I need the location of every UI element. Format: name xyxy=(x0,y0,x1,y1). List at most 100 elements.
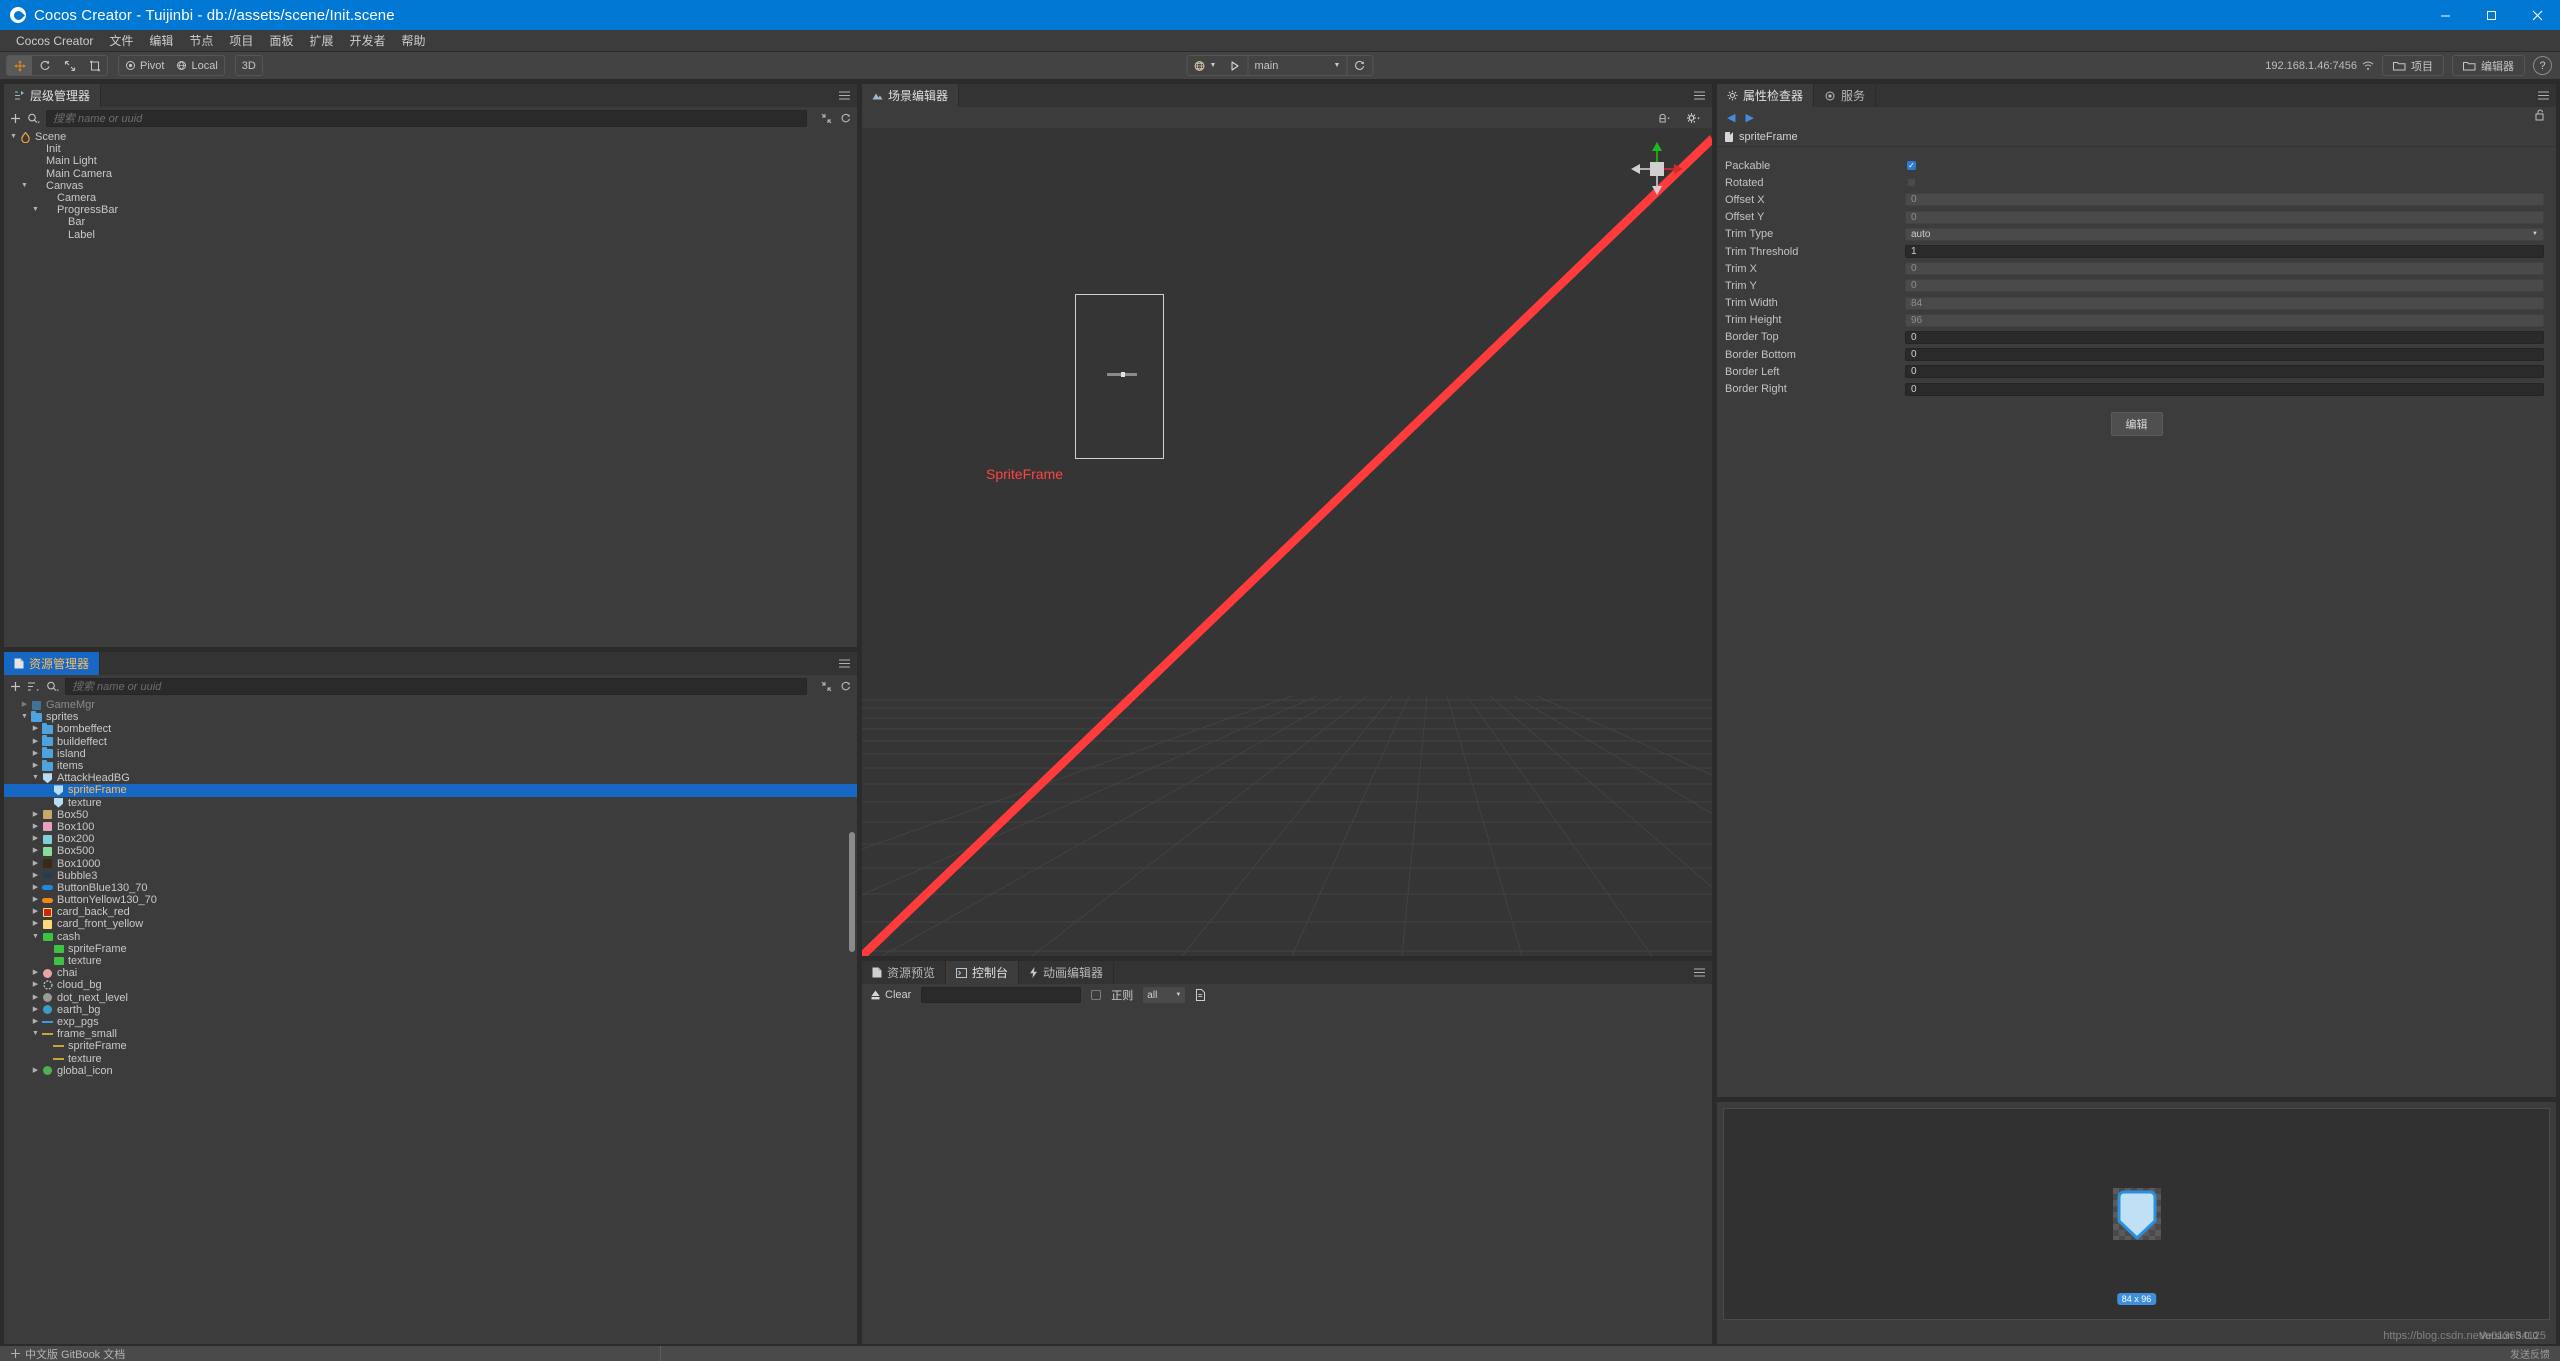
chevron-down-icon[interactable]: ▼ xyxy=(30,1028,41,1040)
tree-row[interactable]: Main Camera xyxy=(4,168,857,180)
tree-row[interactable]: Init xyxy=(4,143,857,155)
tree-row[interactable]: ▶bombeffect xyxy=(4,723,857,735)
node-move-handle[interactable] xyxy=(1107,373,1137,376)
sort-assets-button[interactable] xyxy=(27,681,40,692)
chevron-down-icon[interactable]: ▼ xyxy=(30,204,41,216)
tree-row[interactable]: ▼frame_small xyxy=(4,1028,857,1040)
tree-row[interactable]: ▶items xyxy=(4,760,857,772)
chevron-right-icon[interactable]: ▶ xyxy=(30,894,41,906)
menu-item-edit[interactable]: 编辑 xyxy=(141,30,181,51)
close-button[interactable] xyxy=(2514,0,2560,30)
console-filter-input[interactable] xyxy=(921,987,1081,1003)
property-input[interactable]: 1 xyxy=(1905,245,2544,258)
chevron-right-icon[interactable]: ▶ xyxy=(30,1065,41,1077)
chevron-right-icon[interactable]: ▶ xyxy=(30,809,41,821)
tab-services[interactable]: 服务 xyxy=(1814,84,1876,107)
chevron-down-icon[interactable]: ▼ xyxy=(30,931,41,943)
tree-row[interactable]: ▶card_back_red xyxy=(4,906,857,918)
sync-button[interactable] xyxy=(840,113,851,124)
tab-asset-preview[interactable]: 资源预览 xyxy=(862,961,946,984)
minimize-button[interactable] xyxy=(2422,0,2468,30)
console-panel-menu[interactable] xyxy=(1693,961,1706,984)
clear-console-button[interactable]: Clear xyxy=(870,989,911,1001)
chevron-down-icon[interactable]: ▼ xyxy=(30,772,41,784)
chevron-right-icon[interactable]: ▶ xyxy=(30,992,41,1004)
tree-row[interactable]: ▶Box500 xyxy=(4,845,857,857)
tree-row[interactable]: ▼cash xyxy=(4,931,857,943)
coordinate-toggle-button[interactable]: Local xyxy=(170,55,223,76)
tree-row[interactable]: ▶Bubble3 xyxy=(4,870,857,882)
scene-viewport[interactable]: SpriteFrame xyxy=(862,128,1712,956)
editor-folder-button[interactable]: 编辑器 xyxy=(2452,55,2525,76)
chevron-right-icon[interactable]: ▶ xyxy=(30,736,41,748)
gizmo-settings-button[interactable] xyxy=(1658,112,1672,124)
chevron-down-icon[interactable]: ▼ xyxy=(8,131,19,143)
tree-row[interactable]: ▶chai xyxy=(4,967,857,979)
chevron-right-icon[interactable]: ▶ xyxy=(30,858,41,870)
tree-row[interactable]: ▼AttackHeadBG xyxy=(4,772,857,784)
assets-tree[interactable]: ▶GameMgr▼sprites▶bombeffect▶buildeffect▶… xyxy=(4,697,857,1344)
tree-row[interactable]: Bar xyxy=(4,216,857,228)
tree-row[interactable]: ▶Box1000 xyxy=(4,857,857,869)
tree-row[interactable]: ▶exp_pgs xyxy=(4,1016,857,1028)
status-left[interactable]: 中文版 GitBook 文档 xyxy=(10,1346,125,1361)
chevron-right-icon[interactable]: ▶ xyxy=(30,967,41,979)
menu-item-cocos-creator[interactable]: Cocos Creator xyxy=(8,32,101,50)
tree-row[interactable]: ▼Canvas xyxy=(4,180,857,192)
scene-select[interactable]: main ▼ xyxy=(1247,55,1347,76)
chevron-right-icon[interactable]: ▶ xyxy=(30,748,41,760)
tree-row[interactable]: ▶card_front_yellow xyxy=(4,918,857,930)
scene-panel-menu[interactable] xyxy=(1693,84,1706,107)
menu-item-extension[interactable]: 扩展 xyxy=(301,30,341,51)
tree-row[interactable]: ▶dot_next_level xyxy=(4,992,857,1004)
log-level-select[interactable]: all ▼ xyxy=(1143,987,1185,1003)
dimension-toggle-button[interactable]: 3D xyxy=(236,55,262,76)
menu-item-project[interactable]: 项目 xyxy=(221,30,261,51)
nav-forward-button[interactable]: ▶ xyxy=(1745,111,1753,124)
tree-row[interactable]: ▶cloud_bg xyxy=(4,979,857,991)
preview-device-button[interactable]: ▼ xyxy=(1188,55,1223,76)
chevron-down-icon[interactable]: ▼ xyxy=(19,180,30,192)
tree-row[interactable]: spriteFrame xyxy=(4,1040,857,1052)
move-tool-button[interactable] xyxy=(7,55,32,76)
refresh-assets-button[interactable] xyxy=(840,681,851,692)
hierarchy-panel-menu[interactable] xyxy=(838,84,851,107)
assets-scrollbar[interactable] xyxy=(849,832,855,952)
maximize-button[interactable] xyxy=(2468,0,2514,30)
property-select[interactable]: auto▼ xyxy=(1905,228,2544,241)
add-node-button[interactable] xyxy=(10,113,21,124)
tab-console[interactable]: 控制台 xyxy=(946,961,1019,984)
property-input[interactable]: 0 xyxy=(1905,365,2544,378)
tree-row[interactable]: texture xyxy=(4,955,857,967)
tree-row[interactable]: texture xyxy=(4,1052,857,1064)
tree-row[interactable]: ▼ProgressBar xyxy=(4,204,857,216)
pivot-toggle-button[interactable]: Pivot xyxy=(119,55,170,76)
tree-row[interactable]: ▶island xyxy=(4,748,857,760)
chevron-right-icon[interactable]: ▶ xyxy=(30,760,41,772)
assets-search-input[interactable]: 搜索 name or uuid xyxy=(65,678,807,695)
chevron-right-icon[interactable]: ▶ xyxy=(30,870,41,882)
tree-row[interactable]: ▶earth_bg xyxy=(4,1004,857,1016)
edit-button[interactable]: 编辑 xyxy=(2111,412,2163,436)
property-checkbox[interactable] xyxy=(1907,178,1916,187)
rotate-tool-button[interactable] xyxy=(32,55,57,76)
tree-row[interactable]: spriteFrame xyxy=(4,943,857,955)
chevron-right-icon[interactable]: ▶ xyxy=(30,821,41,833)
chevron-down-icon[interactable]: ▼ xyxy=(19,711,30,723)
tree-row[interactable]: Camera xyxy=(4,192,857,204)
tree-row[interactable]: ▶ButtonBlue130_70 xyxy=(4,882,857,894)
menu-item-panel[interactable]: 面板 xyxy=(261,30,301,51)
nav-back-button[interactable]: ◀ xyxy=(1727,111,1735,124)
tree-row[interactable]: ▶Box100 xyxy=(4,821,857,833)
scale-tool-button[interactable] xyxy=(57,55,82,76)
regex-checkbox[interactable] xyxy=(1091,990,1101,1000)
tab-inspector[interactable]: 属性检查器 xyxy=(1717,84,1814,107)
property-input[interactable]: 0 xyxy=(1905,348,2544,361)
chevron-right-icon[interactable]: ▶ xyxy=(30,918,41,930)
menu-item-help[interactable]: 帮助 xyxy=(393,30,433,51)
inspector-panel-menu[interactable] xyxy=(2537,84,2550,107)
chevron-right-icon[interactable]: ▶ xyxy=(30,723,41,735)
chevron-right-icon[interactable]: ▶ xyxy=(30,1004,41,1016)
tree-row[interactable]: ▶GameMgr xyxy=(4,699,857,711)
search-filter-icon[interactable] xyxy=(27,113,40,124)
